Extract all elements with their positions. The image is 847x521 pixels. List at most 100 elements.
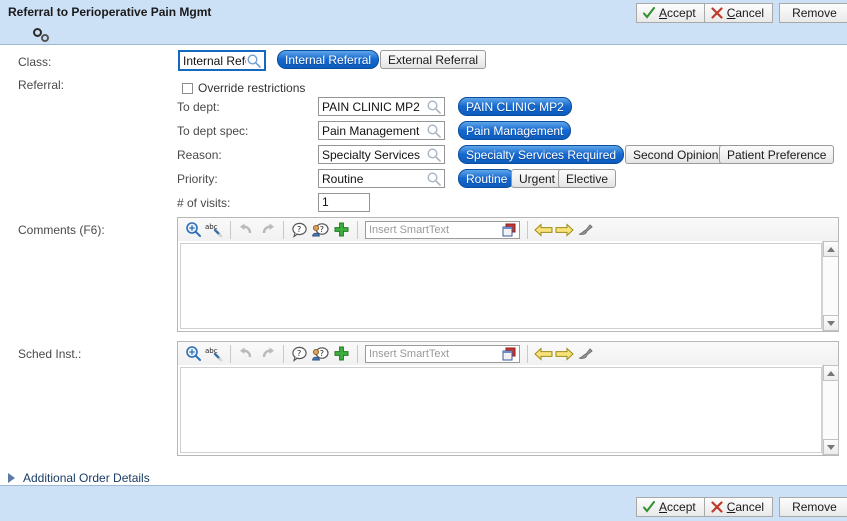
- toolbar-divider: [283, 344, 284, 363]
- label-number-of-visits: # of visits:: [177, 196, 231, 210]
- red-x-icon: [711, 6, 723, 19]
- svg-text:?: ?: [320, 349, 324, 358]
- scroll-down-button[interactable]: [823, 439, 839, 455]
- class-lookup-value: Internal Refe: [183, 53, 246, 68]
- priority-option-urgent[interactable]: Urgent: [511, 169, 564, 188]
- gray-brush-icon[interactable]: [575, 220, 596, 240]
- sched-inst-editor: abc ? ? Insert SmartText: [177, 341, 839, 456]
- magnifier-icon[interactable]: [426, 171, 442, 187]
- override-restrictions-label: Override restrictions: [198, 81, 306, 95]
- scroll-up-button[interactable]: [823, 365, 839, 381]
- label-priority: Priority:: [177, 172, 218, 186]
- additional-order-details-toggle[interactable]: Additional Order Details: [8, 471, 150, 485]
- to-dept-lookup-field[interactable]: PAIN CLINIC MP2: [318, 97, 445, 116]
- magnifier-icon[interactable]: [426, 123, 442, 139]
- magnifier-icon[interactable]: [426, 147, 442, 163]
- toolbar-divider: [230, 344, 231, 363]
- override-restrictions-checkbox[interactable]: Override restrictions: [182, 81, 305, 95]
- reason-option-patient-preference[interactable]: Patient Preference: [719, 145, 835, 164]
- label-to-dept-spec: To dept spec:: [177, 124, 249, 138]
- reason-lookup-field[interactable]: Specialty Services: [318, 145, 445, 164]
- remove-button-footer[interactable]: Remove: [779, 497, 847, 517]
- yellow-left-arrow-icon[interactable]: [533, 344, 554, 364]
- toolbar-group-history: [233, 343, 281, 364]
- smarttext-book-icon[interactable]: [501, 222, 517, 238]
- toolbar-divider: [527, 344, 528, 363]
- redo-arrow-icon[interactable]: [257, 220, 278, 240]
- question-balloon-icon[interactable]: ?: [289, 344, 310, 364]
- scroll-up-button[interactable]: [823, 241, 839, 257]
- svg-text:?: ?: [297, 225, 301, 234]
- class-option-external-referral[interactable]: External Referral: [380, 50, 487, 69]
- reason-option-specialty-services-required[interactable]: Specialty Services Required: [458, 145, 625, 164]
- smarttext-input[interactable]: Insert SmartText: [365, 344, 520, 363]
- triangle-down-icon: [827, 444, 835, 450]
- smarttext-placeholder: Insert SmartText: [369, 223, 450, 236]
- page-title: Referral to Perioperative Pain Mgmt: [8, 5, 212, 19]
- yellow-left-arrow-icon[interactable]: [533, 220, 554, 240]
- yellow-right-arrow-icon[interactable]: [554, 344, 575, 364]
- undo-arrow-icon[interactable]: [236, 220, 257, 240]
- sched-inst-scrollbar[interactable]: [822, 365, 839, 455]
- comments-toolbar: abc ? ? Insert SmartText: [177, 217, 839, 242]
- accept-button-label: Accept: [659, 5, 696, 20]
- green-check-icon: [643, 6, 655, 19]
- accept-button-label: Accept: [659, 499, 696, 514]
- toolbar-group-view: abc: [180, 343, 228, 364]
- green-check-icon: [643, 500, 655, 513]
- reason-option-second-opinion[interactable]: Second Opinion: [625, 145, 727, 164]
- comments-textarea-wrapper: [177, 241, 839, 332]
- sched-inst-textarea-wrapper: [177, 365, 839, 456]
- to-dept-option-pain-clinic-mp2[interactable]: PAIN CLINIC MP2: [458, 97, 572, 116]
- scroll-track[interactable]: [823, 381, 838, 439]
- abc-spellcheck-icon[interactable]: abc: [204, 344, 225, 364]
- priority-option-elective[interactable]: Elective: [558, 169, 617, 188]
- magnifier-icon[interactable]: [426, 99, 442, 115]
- smarttext-input[interactable]: Insert SmartText: [365, 220, 520, 239]
- number-of-visits-input[interactable]: 1: [318, 193, 370, 212]
- label-reason: Reason:: [177, 148, 222, 162]
- redo-arrow-icon[interactable]: [257, 344, 278, 364]
- magnifier-plus-icon[interactable]: [183, 220, 204, 240]
- remove-button[interactable]: Remove: [779, 3, 847, 23]
- label-sched-inst: Sched Inst.:: [18, 347, 82, 361]
- comments-textarea[interactable]: [180, 243, 822, 329]
- smarttext-book-icon[interactable]: [501, 346, 517, 362]
- green-plus-icon[interactable]: [331, 344, 352, 364]
- toolbar-group-history: [233, 219, 281, 240]
- question-balloon-icon[interactable]: ?: [289, 220, 310, 240]
- class-lookup-field[interactable]: Internal Refe: [178, 50, 266, 71]
- remove-button-label: Remove: [792, 5, 837, 20]
- form-body: Class: Referral: Internal Refe Internal …: [0, 45, 847, 485]
- user-question-balloon-icon[interactable]: ?: [310, 220, 331, 240]
- accept-button[interactable]: Accept: [636, 3, 705, 23]
- accept-button-footer[interactable]: Accept: [636, 497, 705, 517]
- additional-order-details-label: Additional Order Details: [23, 471, 150, 485]
- scroll-down-button[interactable]: [823, 315, 839, 331]
- priority-option-routine[interactable]: Routine: [458, 169, 516, 188]
- abc-spellcheck-icon[interactable]: abc: [204, 220, 225, 240]
- magnifier-plus-icon[interactable]: [183, 344, 204, 364]
- undo-arrow-icon[interactable]: [236, 344, 257, 364]
- comments-scrollbar[interactable]: [822, 241, 839, 331]
- magnifier-icon[interactable]: [246, 53, 262, 69]
- reason-value: Specialty Services: [322, 147, 421, 162]
- sched-inst-textarea[interactable]: [180, 367, 822, 453]
- user-question-balloon-icon[interactable]: ?: [310, 344, 331, 364]
- comments-editor: abc ? ? Insert SmartText: [177, 217, 839, 332]
- green-plus-icon[interactable]: [331, 220, 352, 240]
- scroll-track[interactable]: [823, 257, 838, 315]
- cancel-button[interactable]: Cancel: [704, 3, 774, 23]
- to-dept-spec-option-pain-management[interactable]: Pain Management: [458, 121, 572, 140]
- class-option-internal-referral[interactable]: Internal Referral: [277, 50, 380, 69]
- yellow-right-arrow-icon[interactable]: [554, 220, 575, 240]
- gray-brush-icon[interactable]: [575, 344, 596, 364]
- toolbar-group-help: ? ?: [286, 219, 355, 240]
- cancel-button-footer[interactable]: Cancel: [704, 497, 774, 517]
- priority-lookup-field[interactable]: Routine: [318, 169, 445, 188]
- sched-inst-toolbar: abc ? ? Insert SmartText: [177, 341, 839, 366]
- checkbox-box[interactable]: [182, 82, 193, 94]
- to-dept-spec-lookup-field[interactable]: Pain Management: [318, 121, 445, 140]
- toolbar-divider: [527, 220, 528, 239]
- label-to-dept: To dept:: [177, 100, 220, 114]
